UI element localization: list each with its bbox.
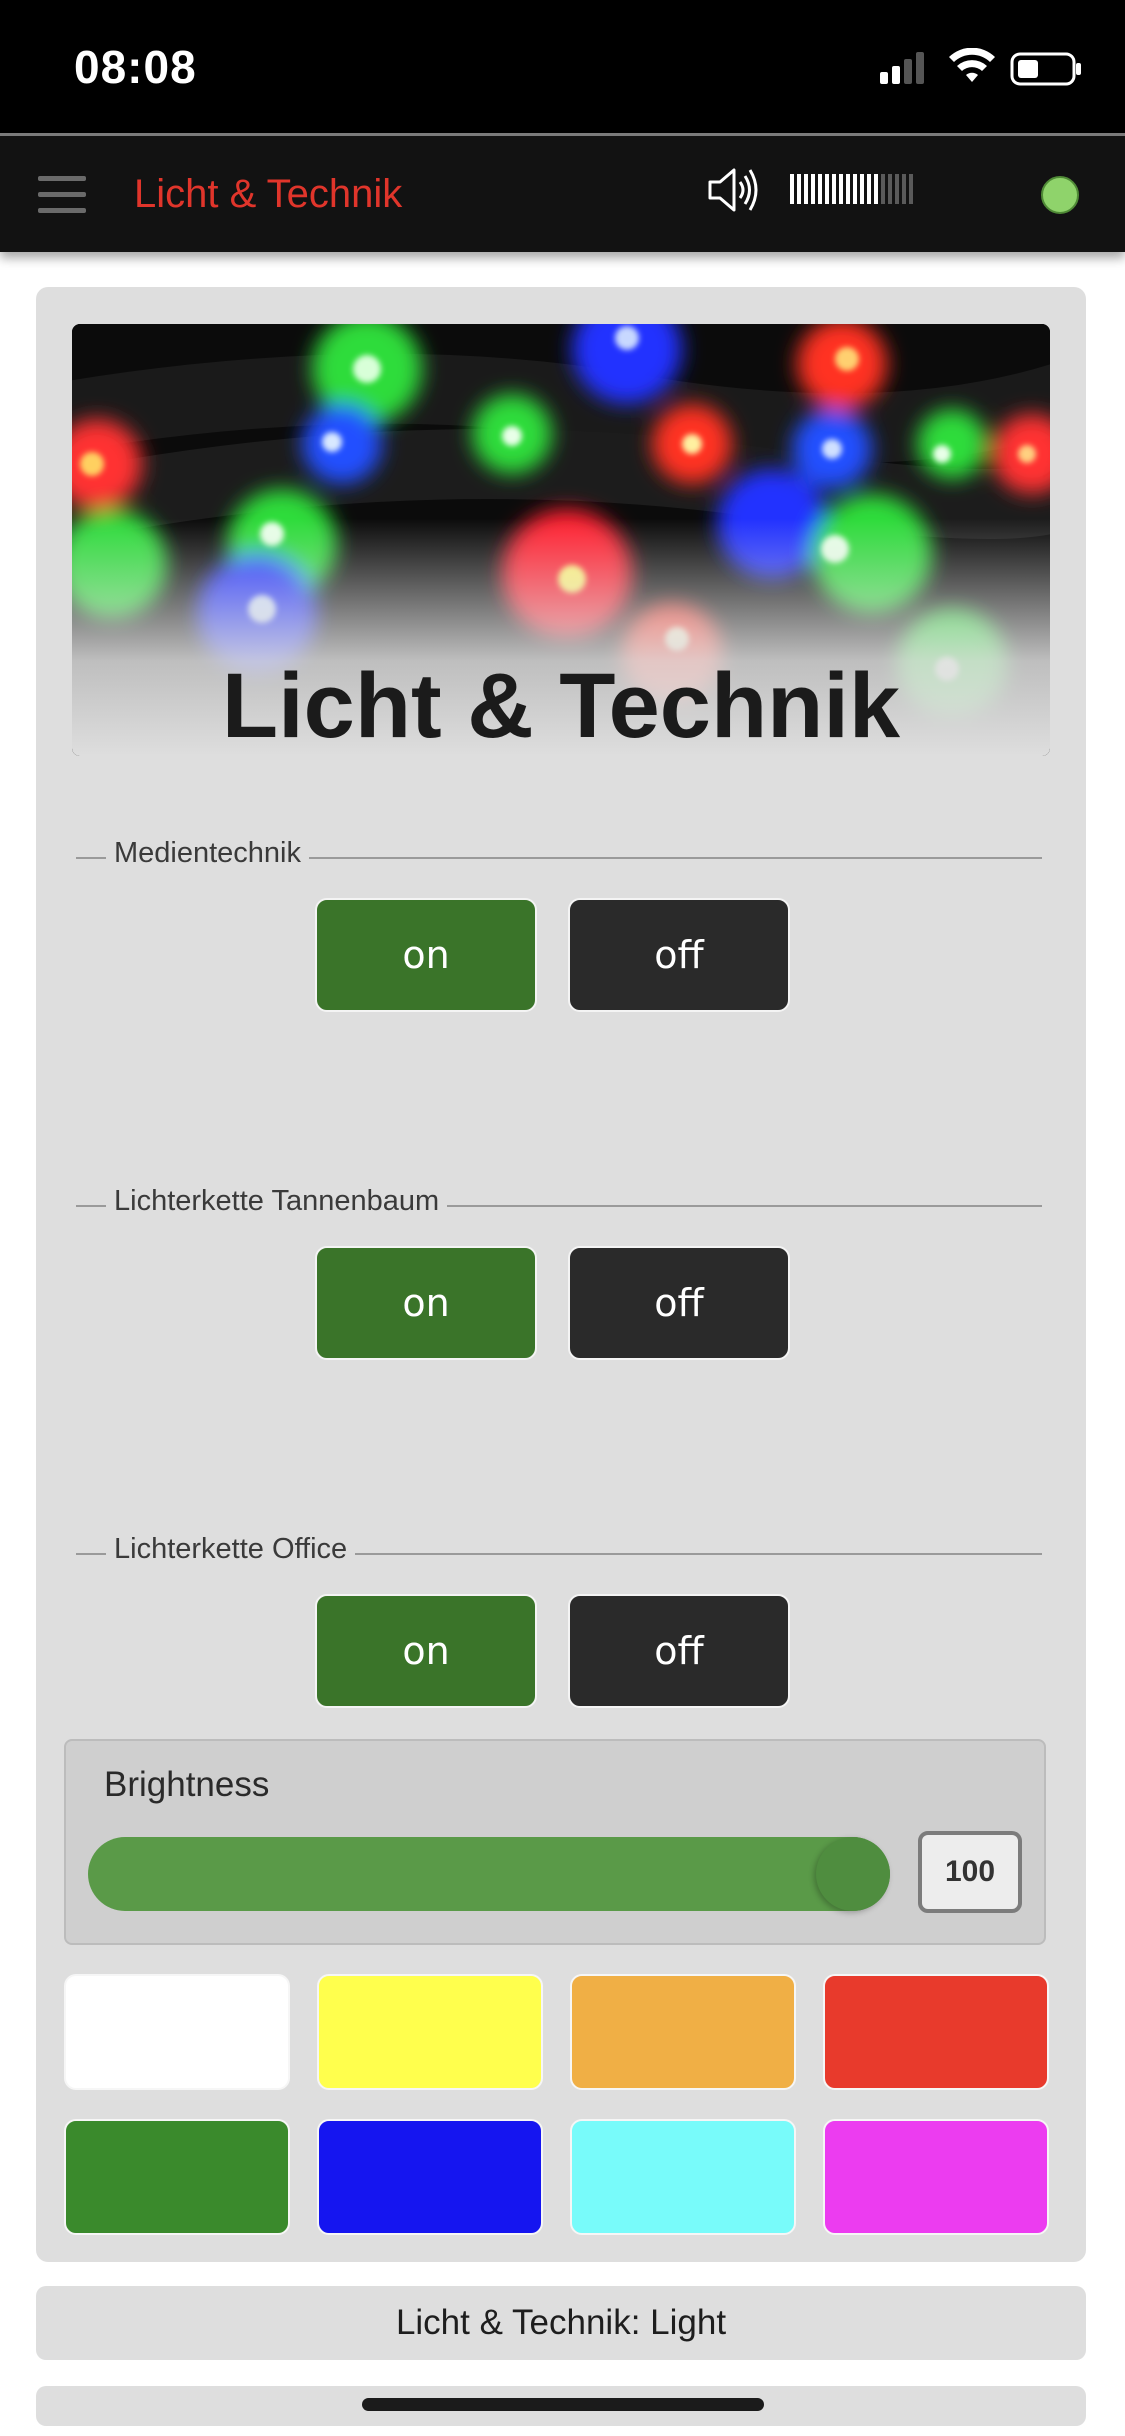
status-time: 08:08 (74, 41, 197, 93)
group-label: Medientechnik (106, 837, 309, 870)
color-swatch-button[interactable] (823, 1974, 1049, 2090)
brightness-panel: Brightness 100 (64, 1739, 1046, 1945)
volume-bar (797, 174, 801, 204)
volume-bar (867, 174, 871, 204)
volume-bar (909, 174, 913, 204)
hero-banner: Licht & Technik (72, 324, 1050, 756)
connection-status-indicator (1041, 176, 1079, 214)
volume-bar (832, 174, 836, 204)
group-label: Lichterkette Tannenbaum (106, 1185, 448, 1218)
medientechnik-on-button[interactable]: on (315, 898, 537, 1012)
group-label: Lichterkette Office (106, 1533, 356, 1566)
brightness-slider-track[interactable] (88, 1837, 890, 1911)
medientechnik-off-button[interactable]: off (568, 898, 790, 1012)
tannenbaum-on-button[interactable]: on (315, 1246, 537, 1360)
volume-bar (902, 174, 906, 204)
group-office-legend: Lichterkette Office (76, 1533, 1042, 1573)
app-title: Licht & Technik (134, 172, 403, 216)
color-swatch-button[interactable] (570, 1974, 796, 2090)
color-swatch-button[interactable] (317, 2119, 543, 2235)
volume-bar (790, 174, 794, 204)
cellular-signal-icon (880, 52, 924, 84)
volume-bar (874, 174, 878, 204)
brightness-slider-thumb[interactable] (816, 1837, 890, 1911)
wifi-icon (949, 48, 995, 82)
office-on-button[interactable]: on (315, 1594, 537, 1708)
speaker-icon[interactable] (706, 160, 760, 220)
volume-bar (846, 174, 850, 204)
volume-bar (818, 174, 822, 204)
status-bar: 08:08 (0, 0, 1125, 133)
home-indicator (362, 2398, 764, 2411)
brightness-label: Brightness (104, 1765, 270, 1804)
volume-bar (811, 174, 815, 204)
volume-bar (860, 174, 864, 204)
brightness-value-field[interactable]: 100 (918, 1831, 1022, 1913)
tannenbaum-off-button[interactable]: off (568, 1246, 790, 1360)
hamburger-menu-icon[interactable] (38, 176, 86, 216)
volume-bar (825, 174, 829, 204)
main-card: Licht & Technik Medientechnik on off Lic… (36, 287, 1086, 2262)
color-swatch-button[interactable] (64, 1974, 290, 2090)
group-medientechnik-legend: Medientechnik (76, 837, 1042, 877)
volume-bar (881, 174, 885, 204)
volume-bar (895, 174, 899, 204)
battery-icon (1010, 52, 1081, 86)
volume-bar (839, 174, 843, 204)
volume-bar (853, 174, 857, 204)
color-swatch-button[interactable] (317, 1974, 543, 2090)
app-bar: Licht & Technik (0, 133, 1125, 252)
group-tannenbaum-legend: Lichterkette Tannenbaum (76, 1185, 1042, 1225)
volume-level-meter[interactable] (790, 174, 913, 204)
color-swatch-button[interactable] (570, 2119, 796, 2235)
volume-bar (804, 174, 808, 204)
footer-status-bar: Licht & Technik: Light (36, 2286, 1086, 2360)
volume-bar (888, 174, 892, 204)
color-swatch-button[interactable] (823, 2119, 1049, 2235)
office-off-button[interactable]: off (568, 1594, 790, 1708)
color-swatch-button[interactable] (64, 2119, 290, 2235)
hero-title: Licht & Technik (221, 655, 901, 756)
